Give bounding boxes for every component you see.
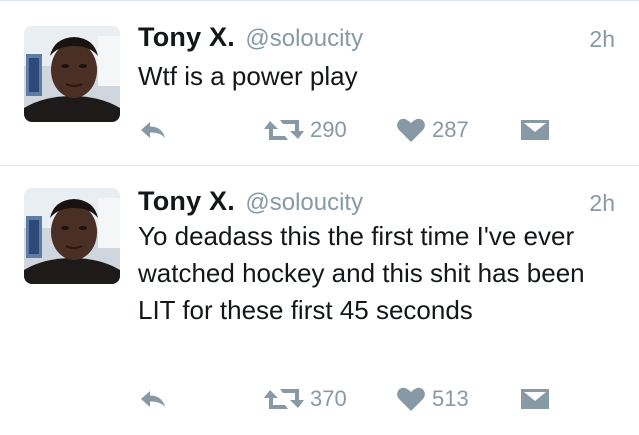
tweet-actions: 370 513 (0, 381, 639, 417)
retweet-icon (264, 386, 304, 412)
heart-icon (396, 386, 426, 412)
retweet-button[interactable]: 290 (264, 112, 347, 148)
avatar[interactable] (24, 26, 120, 122)
like-count: 513 (432, 386, 469, 411)
tweet-actions: 290 287 (0, 112, 639, 148)
user-handle[interactable]: @soloucity (245, 25, 363, 52)
retweet-button[interactable]: 370 (264, 381, 347, 417)
direct-message-button[interactable] (520, 381, 550, 417)
display-name[interactable]: Tony X. (138, 186, 235, 216)
avatar-image (24, 26, 120, 122)
tweet-text: Wtf is a power play (138, 61, 358, 91)
envelope-icon (520, 119, 550, 141)
direct-message-button[interactable] (520, 112, 550, 148)
tweet-header: Tony X. @soloucity 2h (138, 22, 615, 56)
timestamp[interactable]: 2h (589, 190, 615, 217)
retweet-count: 290 (310, 117, 347, 142)
reply-arrow-icon (138, 118, 168, 142)
retweet-icon (264, 117, 304, 143)
tweet-card[interactable]: Tony X. @soloucity 2h Wtf is a power pla… (0, 0, 639, 165)
avatar[interactable] (24, 188, 120, 284)
tweet-card[interactable]: Tony X. @soloucity 2h Yo deadass this th… (0, 166, 639, 435)
like-button[interactable]: 513 (396, 381, 469, 417)
reply-arrow-icon (138, 387, 168, 411)
display-name[interactable]: Tony X. (138, 22, 235, 52)
tweet-timeline: Tony X. @soloucity 2h Wtf is a power pla… (0, 0, 639, 435)
reply-button[interactable] (138, 381, 168, 417)
reply-button[interactable] (138, 112, 168, 148)
like-count: 287 (432, 117, 469, 142)
envelope-icon (520, 388, 550, 410)
heart-icon (396, 117, 426, 143)
timestamp[interactable]: 2h (589, 26, 615, 53)
user-handle[interactable]: @soloucity (245, 189, 363, 216)
like-button[interactable]: 287 (396, 112, 469, 148)
tweet-header: Tony X. @soloucity 2h (138, 186, 615, 220)
tweet-text: Yo deadass this the first time I've ever… (138, 221, 585, 325)
retweet-count: 370 (310, 386, 347, 411)
avatar-image (24, 188, 120, 284)
